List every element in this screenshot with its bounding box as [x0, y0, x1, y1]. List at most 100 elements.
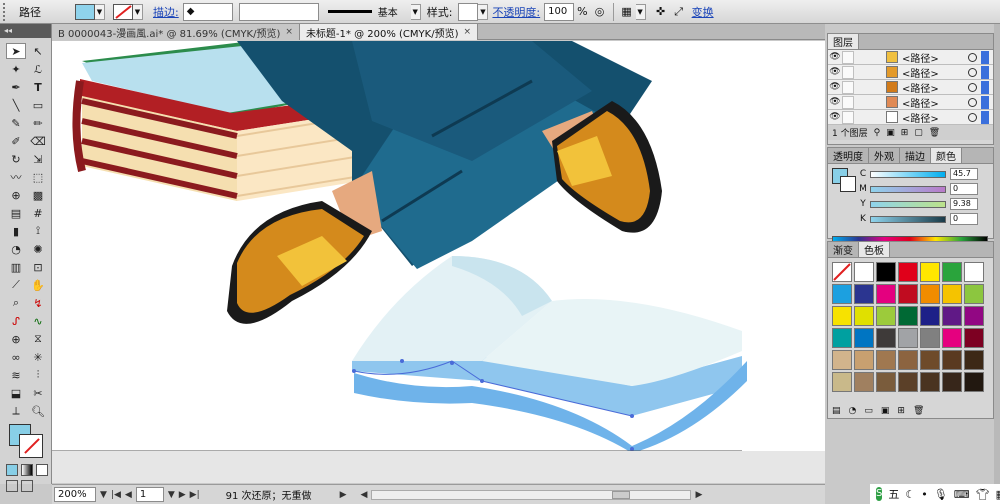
color-swatch[interactable] [898, 328, 918, 348]
brush-definition-field[interactable]: 基本 [325, 3, 411, 21]
draw-normal-icon[interactable] [6, 480, 18, 492]
eyedropper-tool-icon[interactable]: ⟟ [28, 223, 48, 239]
scrollbar-thumb[interactable] [612, 490, 631, 499]
layer-name[interactable]: <路径> [902, 50, 939, 65]
color-swatch[interactable] [832, 306, 852, 326]
stroke-weight-field[interactable]: ◆ [182, 2, 233, 21]
chevron-down-icon[interactable]: ▼ [168, 490, 175, 500]
print-tiling-tool-icon[interactable]: ⬓ [6, 385, 26, 401]
next-page-icon[interactable]: ▶ [179, 490, 186, 500]
selection-tool-icon[interactable]: ➤ [6, 43, 26, 59]
magenta-value[interactable]: 0 [950, 183, 978, 195]
direct-selection-tool-icon[interactable]: ↖ [28, 43, 48, 59]
eye-icon[interactable]: 👁︎ [828, 112, 842, 122]
close-icon[interactable]: × [285, 27, 293, 37]
magnify-tool-icon[interactable]: 🔍︎ [28, 403, 48, 419]
screen-mode-icon[interactable] [21, 480, 33, 492]
color-swatch[interactable] [920, 284, 940, 304]
keyboard-icon[interactable]: ⌨ [954, 488, 970, 501]
color-swatch[interactable] [920, 350, 940, 370]
artboard-tool-icon[interactable]: ⊡ [28, 259, 48, 275]
locate-object-icon[interactable]: ⚲ [874, 128, 881, 138]
grid-icon[interactable]: ▦ [996, 488, 1000, 501]
target-icon[interactable] [968, 112, 977, 122]
color-swatch[interactable] [898, 262, 918, 282]
path-tool-icon[interactable]: ↯ [28, 295, 48, 311]
cyan-slider[interactable] [870, 170, 946, 178]
none-mode-icon[interactable] [36, 464, 48, 476]
horizontal-scrollbar[interactable] [371, 489, 692, 500]
color-swatch[interactable] [876, 372, 896, 392]
first-page-icon[interactable]: |◀ [111, 490, 121, 500]
opacity-field[interactable]: 100 [544, 2, 575, 21]
warp-tool-icon[interactable]: 〰 [6, 169, 26, 185]
lock-toggle[interactable] [842, 95, 854, 109]
isolate-icon[interactable]: ⤢ [670, 3, 688, 21]
gradient-mode-icon[interactable] [21, 464, 33, 476]
target-icon[interactable] [968, 67, 977, 77]
chevron-down-icon[interactable]: ▼ [133, 3, 143, 20]
trash-icon[interactable]: 🗑︎ [913, 406, 924, 416]
show-kinds-icon[interactable]: ◔ [849, 406, 857, 416]
color-swatch[interactable] [876, 284, 896, 304]
transform-link[interactable]: 变换 [688, 4, 718, 20]
reshape-tool-icon[interactable]: ᔑ [6, 313, 26, 329]
target-icon[interactable] [968, 97, 977, 107]
scale-tool-icon[interactable]: ⇲ [28, 151, 48, 167]
page-field[interactable]: 1 [135, 487, 164, 502]
lock-toggle[interactable] [842, 80, 854, 94]
graphic-style-field[interactable] [458, 2, 479, 21]
paintbrush-tool-icon[interactable]: ✎ [6, 115, 26, 131]
color-swatch[interactable] [942, 284, 962, 304]
eraser-tool-icon[interactable]: ⌫ [28, 133, 48, 149]
rectangle-tool-icon[interactable]: ▭ [28, 97, 48, 113]
previous-page-icon[interactable]: ◀ [125, 490, 132, 500]
tab-color[interactable]: 颜色 [931, 148, 962, 163]
color-swatch[interactable] [942, 328, 962, 348]
layer-name[interactable]: <路径> [902, 110, 939, 125]
color-swatch[interactable] [854, 284, 874, 304]
status-menu-icon[interactable]: ▶ [340, 490, 347, 500]
trash-icon[interactable]: 🗑︎ [929, 128, 940, 138]
color-swatch[interactable] [964, 262, 984, 282]
color-mode-icon[interactable] [6, 464, 18, 476]
color-swatch[interactable] [942, 372, 962, 392]
yellow-slider[interactable] [870, 200, 946, 208]
stroke-link[interactable]: 描边: [149, 4, 183, 20]
yellow-value[interactable]: 9.38 [950, 198, 978, 210]
color-swatch[interactable] [942, 306, 962, 326]
mesh-tool-icon[interactable]: # [28, 205, 48, 221]
eye-icon[interactable]: 👁︎ [828, 67, 842, 77]
stroke-swatch-none[interactable] [113, 3, 133, 20]
lock-toggle[interactable] [842, 50, 854, 64]
chevron-down-icon[interactable]: ▼ [478, 3, 489, 20]
moon-icon[interactable]: ☾ [905, 488, 915, 501]
shirt-icon[interactable]: 👕︎ [976, 488, 990, 501]
type-tool-icon[interactable]: T [28, 79, 48, 95]
color-swatch[interactable] [854, 328, 874, 348]
magic-wand-tool-icon[interactable]: ✦ [6, 61, 26, 77]
align-grid-icon[interactable]: ▦ [618, 3, 636, 21]
opacity-link[interactable]: 不透明度: [488, 4, 544, 20]
magenta-slider[interactable] [870, 185, 946, 193]
eye-icon[interactable]: 👁︎ [828, 82, 842, 92]
knife-tool-icon[interactable]: ⟂ [6, 403, 26, 419]
target-icon[interactable] [968, 82, 977, 92]
black-slider[interactable] [870, 215, 946, 223]
stroke-swatch[interactable] [19, 434, 43, 458]
live-paint-tool-icon[interactable]: ▩ [28, 187, 48, 203]
layer-name[interactable]: <路径> [902, 65, 939, 80]
variable-width-field[interactable] [238, 2, 319, 21]
layer-row[interactable]: 👁︎ <路径> [828, 80, 993, 95]
color-swatch[interactable] [898, 306, 918, 326]
hand-tool-icon[interactable]: ✋ [28, 277, 48, 293]
color-swatch[interactable] [876, 328, 896, 348]
color-swatch[interactable] [898, 372, 918, 392]
color-swatch[interactable] [942, 350, 962, 370]
color-swatch[interactable] [964, 350, 984, 370]
tab-swatches[interactable]: 色板 [859, 242, 890, 257]
pen-tool-icon[interactable]: ✒ [6, 79, 26, 95]
color-swatch[interactable] [964, 284, 984, 304]
color-swatch[interactable] [854, 372, 874, 392]
pucker-tool-icon[interactable]: ∞ [6, 349, 26, 365]
